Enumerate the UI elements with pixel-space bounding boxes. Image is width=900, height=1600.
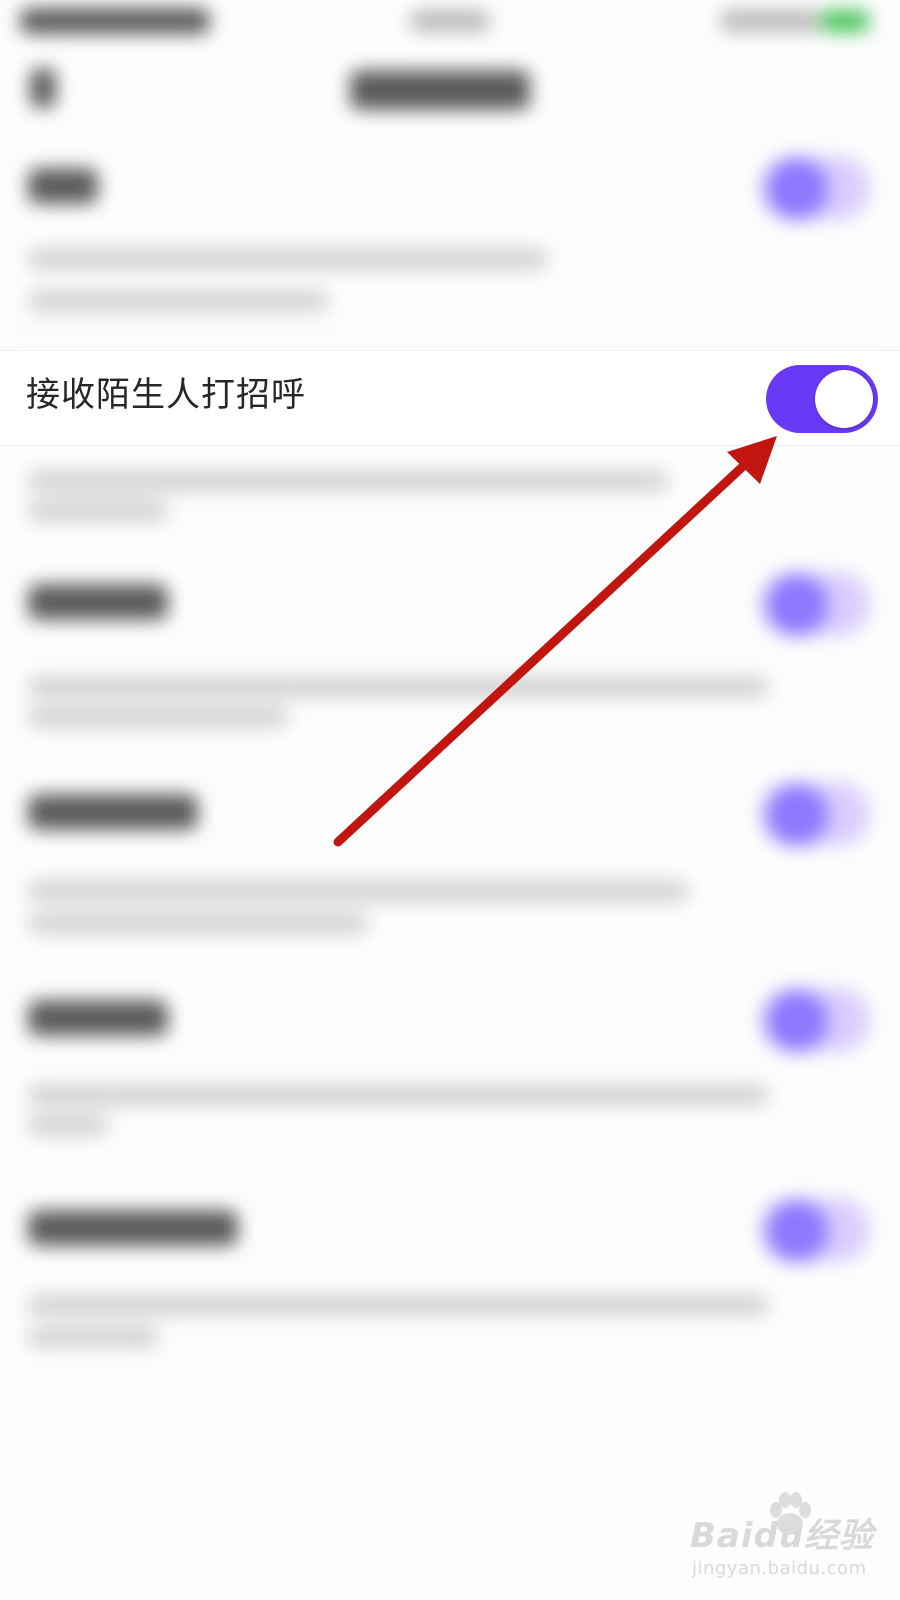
setting-desc-5b — [28, 1114, 108, 1136]
setting-toggle-5 — [760, 988, 870, 1052]
setting-toggle-4 — [760, 782, 870, 846]
setting-title-3 — [28, 584, 168, 620]
setting-title-4 — [28, 794, 198, 830]
stranger-greetings-toggle[interactable] — [766, 365, 878, 433]
nav-title — [350, 70, 530, 110]
setting-title-6 — [28, 1210, 238, 1246]
setting-desc-3b — [28, 706, 288, 728]
setting-toggle-6 — [760, 1198, 870, 1262]
setting-desc-4 — [28, 880, 688, 902]
blurred-background — [0, 0, 900, 1600]
setting-desc-3 — [28, 676, 768, 698]
toggle-thumb — [815, 370, 873, 428]
setting-desc-1 — [28, 248, 548, 270]
setting-desc-2 — [28, 470, 668, 492]
setting-desc-4b — [28, 912, 368, 934]
status-bar-center — [410, 10, 490, 32]
settings-screen: 接收陌生人打招呼 Baidu经验 jingyan.baidu.com — [0, 0, 900, 1600]
setting-toggle-1 — [760, 156, 870, 220]
back-icon — [30, 68, 56, 108]
setting-title-5 — [28, 1000, 168, 1036]
setting-desc-5 — [28, 1084, 768, 1106]
setting-desc-1b — [28, 290, 328, 312]
setting-desc-6b — [28, 1326, 158, 1348]
setting-title-1 — [28, 168, 98, 204]
setting-toggle-3 — [760, 572, 870, 636]
status-bar-right — [720, 10, 820, 32]
battery-icon — [820, 10, 870, 32]
setting-desc-2b — [28, 500, 168, 522]
divider — [0, 330, 900, 332]
watermark-brand: Baidu经验 — [690, 1516, 875, 1556]
status-bar-left — [20, 8, 210, 34]
watermark-url: jingyan.baidu.com — [692, 1558, 867, 1579]
setting-row-stranger-greetings: 接收陌生人打招呼 — [0, 350, 900, 446]
setting-desc-6 — [28, 1294, 768, 1316]
watermark: Baidu经验 jingyan.baidu.com — [690, 1492, 880, 1588]
setting-label: 接收陌生人打招呼 — [26, 375, 306, 415]
